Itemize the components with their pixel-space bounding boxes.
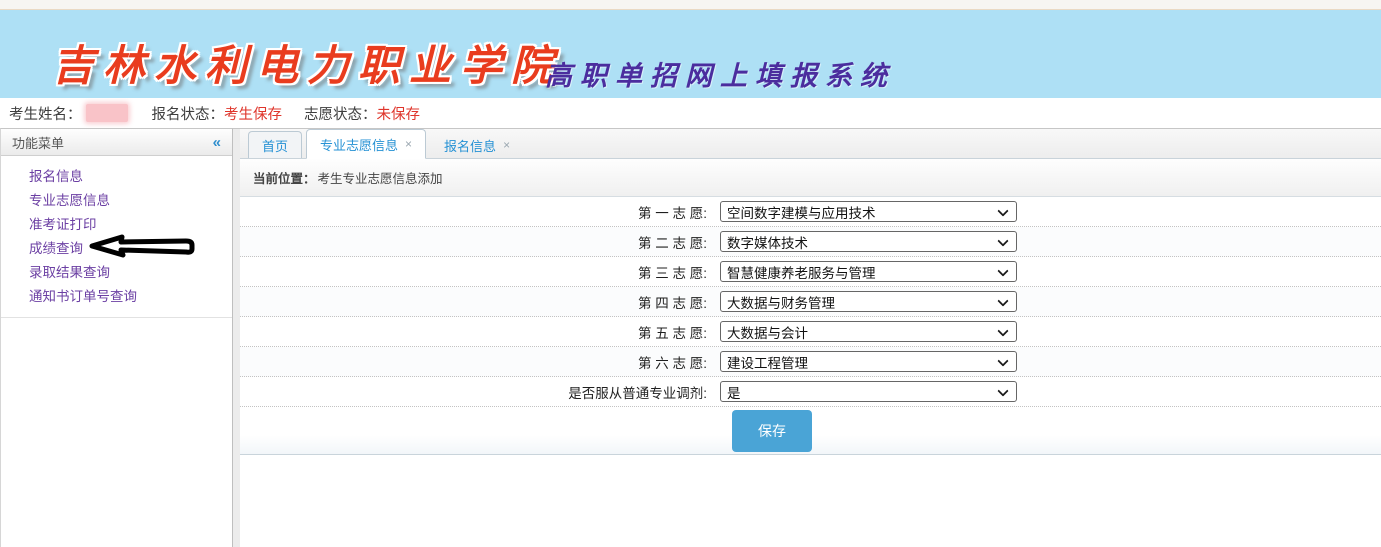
breadcrumb-prefix: 当前位置：	[253, 168, 316, 187]
tab[interactable]: 专业志愿信息 ×	[306, 129, 426, 159]
wish-label: 第 一 志 愿:	[240, 202, 720, 222]
candidate-name-redacted	[86, 104, 128, 122]
system-title: 高职单招网上填报系统	[545, 54, 895, 93]
sidebar-menu-item[interactable]: 报名信息	[1, 165, 232, 189]
chevron-down-icon	[997, 265, 1008, 276]
sidebar-header: 功能菜单 «	[1, 129, 232, 156]
wish-select-value: 建设工程管理	[727, 352, 808, 372]
wish-form: 第 一 志 愿: 空间数字建模与应用技术 第 二 志 愿: 数字媒体技术	[240, 197, 1381, 547]
tab-close-icon[interactable]: ×	[405, 137, 412, 151]
tab[interactable]: 报名信息 ×	[430, 131, 524, 158]
content-empty-area	[240, 455, 1381, 547]
registration-status-value: 考生保存	[224, 103, 282, 124]
wish-select-value: 大数据与会计	[727, 322, 808, 342]
registration-status-label: 报名状态：	[152, 103, 225, 124]
wish-select-value: 是	[727, 382, 741, 402]
tab-close-icon[interactable]: ×	[503, 138, 510, 152]
wish-select[interactable]: 智慧健康养老服务与管理	[720, 261, 1017, 282]
sidebar-splitter[interactable]	[233, 128, 240, 547]
tab[interactable]: 首页	[248, 131, 302, 158]
function-menu-sidebar: 功能菜单 « 报名信息 专业志愿信息 准考证打印 成绩查询 录取结果查询 通知书…	[0, 128, 233, 547]
wish-label: 第 五 志 愿:	[240, 322, 720, 342]
wish-select[interactable]: 数字媒体技术	[720, 231, 1017, 252]
wish-label: 第 二 志 愿:	[240, 232, 720, 252]
wish-select-value: 数字媒体技术	[727, 232, 808, 252]
wish-status-label: 志愿状态：	[304, 103, 377, 124]
chevron-down-icon	[997, 355, 1008, 366]
wish-form-row: 是否服从普通专业调剂: 是	[240, 377, 1381, 407]
wish-form-row: 第 四 志 愿: 大数据与财务管理	[240, 287, 1381, 317]
chevron-down-icon	[997, 325, 1008, 336]
wish-select-value: 大数据与财务管理	[727, 292, 835, 312]
collapse-sidebar-icon[interactable]: «	[213, 134, 221, 151]
tab-label: 首页	[262, 136, 288, 155]
chevron-down-icon	[997, 295, 1008, 306]
sidebar-menu-item[interactable]: 通知书订单号查询	[1, 285, 232, 309]
workspace: 功能菜单 « 报名信息 专业志愿信息 准考证打印 成绩查询 录取结果查询 通知书…	[0, 128, 1381, 547]
wish-select[interactable]: 空间数字建模与应用技术	[720, 201, 1017, 222]
wish-form-row: 第 六 志 愿: 建设工程管理	[240, 347, 1381, 377]
sidebar-menu-item[interactable]: 录取结果查询	[1, 261, 232, 285]
browser-top-strip	[0, 0, 1381, 10]
tab-label: 专业志愿信息	[320, 135, 398, 154]
candidate-name-label: 考生姓名：	[9, 103, 82, 124]
wish-select-value: 空间数字建模与应用技术	[727, 202, 876, 222]
wish-label: 是否服从普通专业调剂:	[240, 382, 720, 402]
tab-label: 报名信息	[444, 136, 496, 155]
wish-form-row: 第 二 志 愿: 数字媒体技术	[240, 227, 1381, 257]
breadcrumb: 当前位置： 考生专业志愿信息添加	[240, 159, 1381, 197]
sidebar-menu-item[interactable]: 成绩查询	[1, 237, 232, 261]
sidebar-menu-item[interactable]: 专业志愿信息	[1, 189, 232, 213]
wish-form-row: 第 一 志 愿: 空间数字建模与应用技术	[240, 197, 1381, 227]
school-name: 吉林水利电力职业学院	[52, 32, 562, 93]
sidebar-title: 功能菜单	[12, 133, 64, 152]
wish-select[interactable]: 是	[720, 381, 1017, 402]
wish-select[interactable]: 建设工程管理	[720, 351, 1017, 372]
wish-form-row: 第 三 志 愿: 智慧健康养老服务与管理	[240, 257, 1381, 287]
form-button-row: 保存	[240, 407, 1381, 455]
wish-select[interactable]: 大数据与财务管理	[720, 291, 1017, 312]
wish-select[interactable]: 大数据与会计	[720, 321, 1017, 342]
breadcrumb-text: 考生专业志愿信息添加	[318, 168, 443, 187]
chevron-down-icon	[997, 205, 1008, 216]
main-panel: 首页 专业志愿信息 × 报名信息 × 当前位置： 考生专业志愿信息添加	[240, 128, 1381, 547]
wish-label: 第 四 志 愿:	[240, 292, 720, 312]
site-banner: 吉林水利电力职业学院 高职单招网上填报系统	[0, 10, 1381, 98]
candidate-status-bar: 考生姓名： 报名状态： 考生保存 志愿状态： 未保存	[0, 98, 1381, 128]
sidebar-menu: 报名信息 专业志愿信息 准考证打印 成绩查询 录取结果查询 通知书订单号查询	[1, 156, 232, 318]
chevron-down-icon	[997, 235, 1008, 246]
chevron-down-icon	[997, 385, 1008, 396]
wish-status-value: 未保存	[377, 103, 421, 124]
wish-form-row: 第 五 志 愿: 大数据与会计	[240, 317, 1381, 347]
wish-select-value: 智慧健康养老服务与管理	[727, 262, 876, 282]
wish-label: 第 六 志 愿:	[240, 352, 720, 372]
wish-label: 第 三 志 愿:	[240, 262, 720, 282]
sidebar-menu-item[interactable]: 准考证打印	[1, 213, 232, 237]
tab-strip: 首页 专业志愿信息 × 报名信息 ×	[240, 129, 1381, 159]
save-button[interactable]: 保存	[732, 410, 812, 452]
